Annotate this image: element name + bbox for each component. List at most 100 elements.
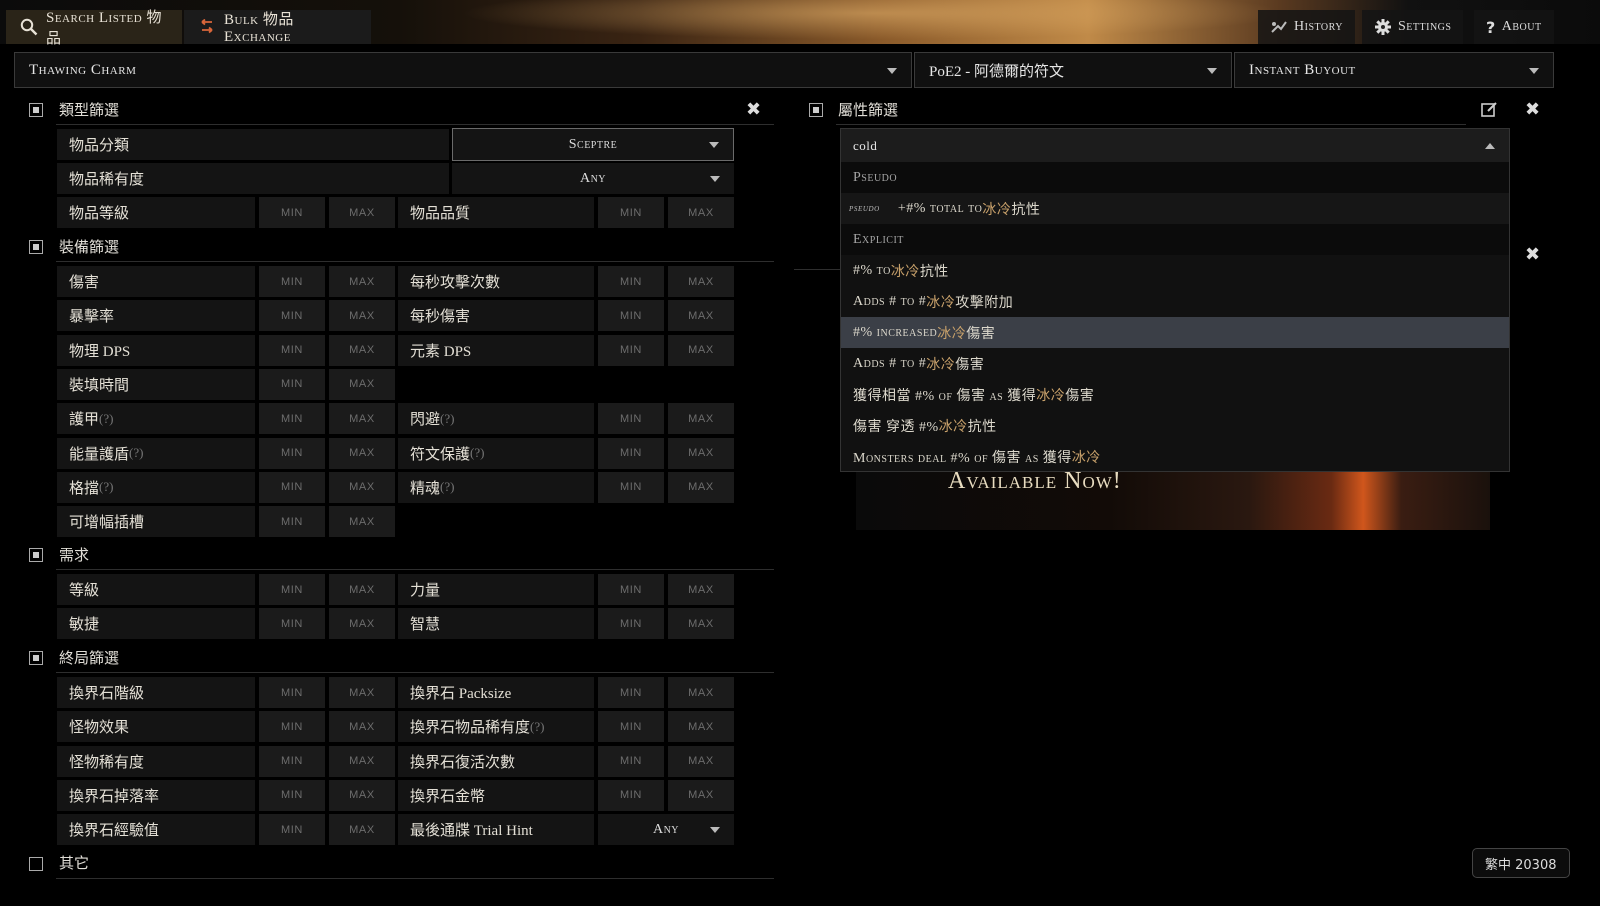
max-input[interactable]: MAX (329, 745, 395, 777)
min-input[interactable]: MIN (598, 266, 664, 297)
max-input[interactable]: MAX (668, 711, 734, 743)
min-input[interactable]: MIN (259, 574, 325, 605)
min-input[interactable]: MIN (259, 403, 325, 435)
type-filters-toggle[interactable] (29, 103, 43, 117)
min-input[interactable]: MIN (259, 814, 325, 846)
edit-icon[interactable] (1481, 101, 1498, 118)
help-hint[interactable]: (?) (129, 445, 143, 461)
history-button[interactable]: History (1258, 10, 1355, 44)
max-input[interactable]: MAX (329, 711, 395, 743)
max-input[interactable]: MAX (668, 266, 734, 297)
min-input[interactable]: MIN (598, 403, 664, 435)
stat-dropdown[interactable]: cold Pseudo pseudo +#% total to 冰冷 抗性 #% to… (840, 128, 1510, 472)
min-input[interactable]: MIN (598, 471, 664, 503)
stat-option-prefix: Adds # to # (853, 355, 927, 371)
max-input[interactable]: MAX (329, 471, 395, 503)
close-icon[interactable]: ✖ (1525, 101, 1540, 119)
max-input[interactable]: MAX (668, 403, 734, 435)
stat-option-match: 冰冷 (937, 326, 967, 342)
stat-search-input[interactable]: cold (841, 129, 1509, 162)
settings-button[interactable]: Settings (1362, 10, 1464, 44)
min-input[interactable]: MIN (598, 711, 664, 743)
rarity-select[interactable]: Any (452, 163, 734, 194)
max-input[interactable]: MAX (329, 574, 395, 605)
min-input[interactable]: MIN (598, 300, 664, 332)
min-input[interactable]: MIN (259, 334, 325, 366)
help-hint[interactable]: (?) (440, 479, 454, 495)
stat-option[interactable]: Monsters deal #% of 傷害 as 獲得 冰冷 (841, 441, 1509, 472)
max-input[interactable]: MAX (668, 608, 734, 640)
max-input[interactable]: MAX (329, 608, 395, 640)
language-version-badge[interactable]: 繁中 20308 (1472, 848, 1570, 878)
stat-option[interactable]: pseudo +#% total to 冰冷 抗性 (841, 193, 1509, 224)
item-search-input[interactable]: Thawing Charm (14, 52, 912, 88)
min-input[interactable]: MIN (598, 745, 664, 777)
min-input[interactable]: MIN (259, 779, 325, 811)
item-level-min[interactable]: MIN (259, 197, 325, 228)
item-quality-min[interactable]: MIN (598, 197, 664, 228)
item-quality-max[interactable]: MAX (668, 197, 734, 228)
misc-filters-toggle[interactable] (29, 857, 43, 871)
max-input[interactable]: MAX (329, 300, 395, 332)
min-input[interactable]: MIN (598, 334, 664, 366)
min-input[interactable]: MIN (259, 300, 325, 332)
max-input[interactable]: MAX (668, 300, 734, 332)
filter-label: 格擋 (?) (57, 471, 255, 503)
max-input[interactable]: MAX (329, 677, 395, 708)
help-hint[interactable]: (?) (440, 411, 454, 427)
max-input[interactable]: MAX (329, 779, 395, 811)
help-hint[interactable]: (?) (99, 411, 113, 427)
close-icon[interactable]: ✖ (746, 101, 761, 119)
category-select[interactable]: Sceptre (452, 128, 734, 161)
requirements-toggle[interactable] (29, 548, 43, 562)
max-input[interactable]: MAX (668, 471, 734, 503)
max-input[interactable]: MAX (329, 506, 395, 538)
endgame-filters-toggle[interactable] (29, 651, 43, 665)
stat-option[interactable]: 傷害 穿透 #% 冰冷 抗性 (841, 410, 1509, 441)
min-input[interactable]: MIN (259, 745, 325, 777)
min-input[interactable]: MIN (259, 608, 325, 640)
help-hint[interactable]: (?) (470, 445, 484, 461)
stat-option[interactable]: #% to 冰冷 抗性 (841, 255, 1509, 286)
stat-option[interactable]: Adds # to # 冰冷 傷害 (841, 348, 1509, 379)
stat-filters-toggle[interactable] (809, 103, 823, 117)
tab-search-listed[interactable]: Search Listed 物品 (6, 10, 182, 47)
trial-hint-select[interactable]: Any (598, 814, 734, 846)
min-input[interactable]: MIN (598, 779, 664, 811)
min-input[interactable]: MIN (598, 437, 664, 469)
max-input[interactable]: MAX (668, 745, 734, 777)
min-input[interactable]: MIN (259, 266, 325, 297)
item-level-max[interactable]: MAX (329, 197, 395, 228)
max-input[interactable]: MAX (668, 677, 734, 708)
help-hint[interactable]: (?) (530, 719, 544, 735)
close-icon[interactable]: ✖ (1525, 246, 1540, 264)
min-input[interactable]: MIN (259, 711, 325, 743)
min-input[interactable]: MIN (259, 437, 325, 469)
buyout-select[interactable]: Instant Buyout (1234, 52, 1554, 88)
min-input[interactable]: MIN (259, 506, 325, 538)
max-input[interactable]: MAX (668, 574, 734, 605)
equipment-filters-toggle[interactable] (29, 240, 43, 254)
max-input[interactable]: MAX (329, 437, 395, 469)
about-button[interactable]: ? About (1474, 10, 1554, 44)
league-select[interactable]: PoE2 - 阿德爾的符文 (914, 52, 1232, 88)
max-input[interactable]: MAX (329, 368, 395, 400)
max-input[interactable]: MAX (329, 403, 395, 435)
max-input[interactable]: MAX (329, 334, 395, 366)
stat-option[interactable]: #% increased 冰冷 傷害 (841, 317, 1509, 348)
stat-option[interactable]: Adds # to # 冰冷 攻擊附加 (841, 286, 1509, 317)
min-input[interactable]: MIN (259, 471, 325, 503)
help-hint[interactable]: (?) (99, 479, 113, 495)
tab-bulk-exchange[interactable]: Bulk 物品 Exchange (184, 10, 371, 45)
min-input[interactable]: MIN (259, 368, 325, 400)
max-input[interactable]: MAX (668, 779, 734, 811)
max-input[interactable]: MAX (668, 437, 734, 469)
stat-option[interactable]: 獲得相當 #% of 傷害 as 獲得 冰冷 傷害 (841, 379, 1509, 410)
max-input[interactable]: MAX (329, 266, 395, 297)
max-input[interactable]: MAX (329, 814, 395, 846)
max-input[interactable]: MAX (668, 334, 734, 366)
min-input[interactable]: MIN (259, 677, 325, 708)
min-input[interactable]: MIN (598, 574, 664, 605)
min-input[interactable]: MIN (598, 677, 664, 708)
min-input[interactable]: MIN (598, 608, 664, 640)
